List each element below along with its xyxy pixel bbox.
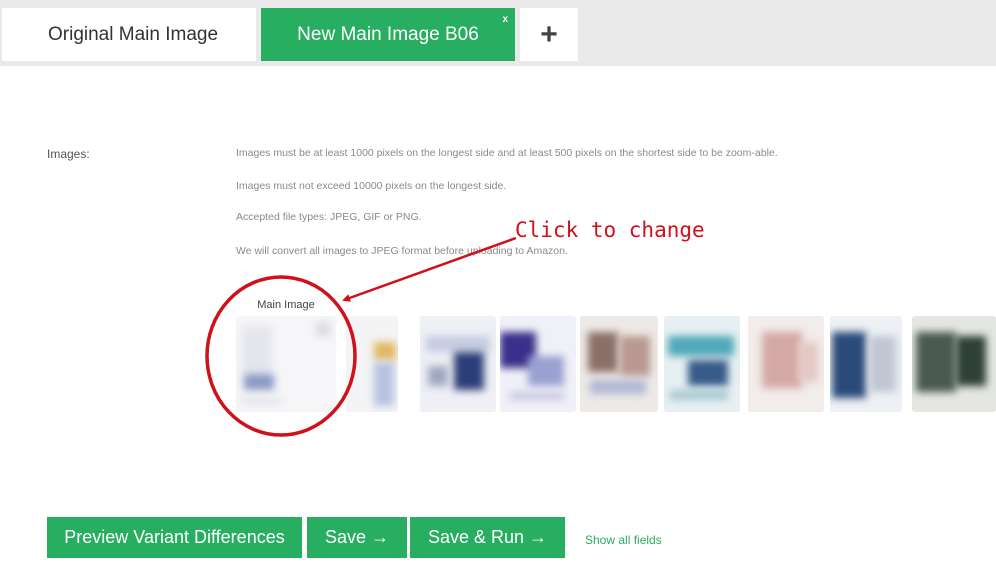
add-tab-button[interactable]: +	[520, 8, 578, 61]
image-requirement-note: Accepted file types: JPEG, GIF or PNG.	[236, 211, 422, 223]
image-thumbnail[interactable]	[830, 316, 902, 412]
plus-icon: +	[540, 17, 558, 51]
tab-new-label: New Main Image B06	[297, 23, 479, 45]
save-and-run-button[interactable]: Save & Run →	[410, 517, 565, 558]
close-icon[interactable]: x	[502, 14, 508, 25]
tab-bar: Original Main Image B New Main Image B06…	[0, 0, 996, 66]
main-image-thumbnail[interactable]	[236, 316, 336, 412]
preview-variant-differences-button[interactable]: Preview Variant Differences	[47, 517, 302, 558]
image-thumbnail[interactable]	[420, 316, 496, 412]
image-thumbnail[interactable]	[912, 316, 996, 412]
tab-original-main-image[interactable]: Original Main Image B	[2, 8, 256, 61]
main-image-label: Main Image	[257, 299, 315, 311]
image-thumbnail-strip	[236, 316, 996, 416]
image-thumbnail[interactable]	[500, 316, 576, 412]
image-thumbnail[interactable]	[664, 316, 740, 412]
click-to-change-annotation: Click to change	[515, 218, 705, 242]
image-requirement-note: Images must be at least 1000 pixels on t…	[236, 147, 778, 159]
variant-editor: Original Main Image B New Main Image B06…	[0, 0, 996, 579]
tab-original-label: Original Main Image B	[48, 23, 220, 45]
save-button[interactable]: Save →	[307, 517, 407, 558]
images-field-label: Images:	[47, 147, 90, 161]
show-all-fields-link[interactable]: Show all fields	[585, 533, 662, 547]
image-thumbnail[interactable]	[580, 316, 658, 412]
annotation-overlay	[205, 236, 517, 437]
tab-new-main-image[interactable]: New Main Image B06 x	[261, 8, 515, 61]
image-thumbnail[interactable]	[346, 316, 398, 412]
image-requirement-note: Images must not exceed 10000 pixels on t…	[236, 180, 507, 192]
image-thumbnail[interactable]	[748, 316, 824, 412]
image-requirement-note: We will convert all images to JPEG forma…	[236, 245, 568, 257]
